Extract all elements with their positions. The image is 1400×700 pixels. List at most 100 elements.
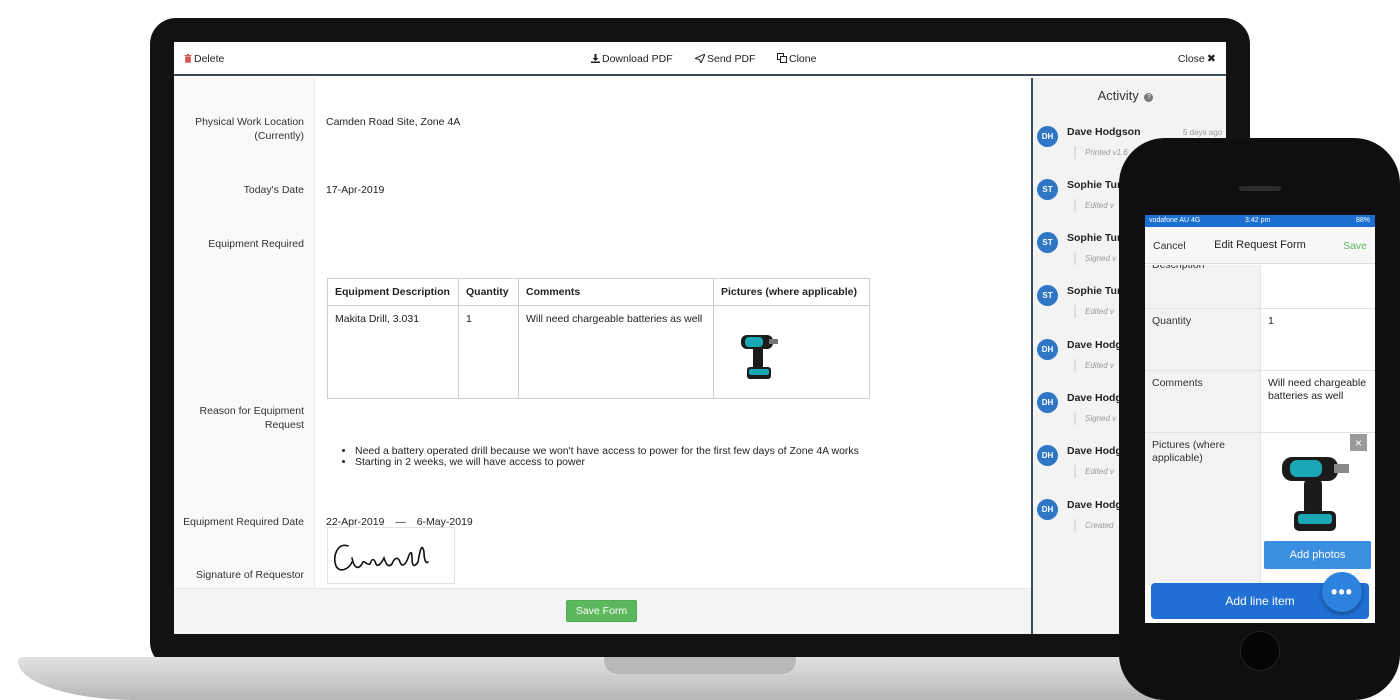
stage: Delete Download PDF Send PDF Clone Close… bbox=[0, 0, 1400, 700]
phone-speaker bbox=[1239, 186, 1281, 191]
phone-row-label: Description bbox=[1145, 265, 1260, 308]
activity-action: Signed v bbox=[1074, 412, 1116, 425]
date-value: 17-Apr-2019 bbox=[326, 184, 385, 196]
phone-row-label: Quantity bbox=[1145, 309, 1260, 370]
activity-user: Dave Hodg bbox=[1067, 445, 1122, 457]
activity-user: Dave Hodg bbox=[1067, 499, 1122, 511]
delete-button[interactable]: Delete bbox=[184, 53, 224, 65]
list-item: Starting in 2 weeks, we will have access… bbox=[355, 457, 859, 468]
table-header: Pictures (where applicable) bbox=[713, 277, 870, 307]
avatar: DH bbox=[1037, 339, 1058, 360]
toolbar: Delete Download PDF Send PDF Clone Close… bbox=[174, 42, 1226, 76]
equipment-table: Equipment Description Quantity Comments … bbox=[327, 277, 870, 399]
remove-photo-icon[interactable]: × bbox=[1350, 434, 1367, 451]
activity-user: Sophie Tur bbox=[1067, 285, 1122, 297]
form-body: Physical Work Location (Currently) Camde… bbox=[174, 78, 1031, 588]
activity-user: Dave Hodgson bbox=[1067, 126, 1141, 138]
signature-image bbox=[333, 544, 429, 571]
table-cell-picture bbox=[713, 305, 870, 399]
avatar: ST bbox=[1037, 232, 1058, 253]
delete-label: Delete bbox=[194, 53, 225, 65]
phone-row-description: Description bbox=[1145, 265, 1375, 309]
table-row: Makita Drill, 3.031 1 Will need chargeab… bbox=[327, 305, 870, 399]
date-label: Today's Date bbox=[243, 184, 304, 196]
phone-row-value[interactable] bbox=[1260, 265, 1375, 308]
avatar: DH bbox=[1037, 392, 1058, 413]
phone-row-comments: Comments Will need chargeable batteries … bbox=[1145, 371, 1375, 433]
phone-save-button[interactable]: Save bbox=[1343, 240, 1367, 252]
table-header: Quantity bbox=[458, 277, 519, 307]
trash-icon bbox=[184, 53, 192, 65]
close-label: Close bbox=[1177, 53, 1205, 65]
status-time: 3:42 pm bbox=[1245, 217, 1271, 224]
download-icon bbox=[591, 53, 600, 65]
signature-label: Signature of Requestor bbox=[196, 569, 304, 581]
activity-action: Edited v bbox=[1074, 199, 1114, 212]
required-date-label: Equipment Required Date bbox=[183, 516, 304, 528]
table-header-row: Equipment Description Quantity Comments … bbox=[327, 277, 870, 307]
close-button[interactable]: Close ✖ bbox=[1178, 53, 1216, 65]
table-cell-comments: Will need chargeable batteries as well bbox=[518, 305, 714, 399]
clone-icon bbox=[777, 53, 787, 65]
send-pdf-button[interactable]: Send PDF bbox=[693, 52, 756, 65]
reason-list: Need a battery operated drill because we… bbox=[327, 446, 859, 468]
reason-label: Reason for Equipment Request bbox=[199, 405, 304, 431]
phone-nav-bar: Edit Request Form Cancel Save bbox=[1145, 227, 1375, 264]
avatar: ST bbox=[1037, 285, 1058, 306]
status-bar: vodafone AU 4G 3:42 pm 88% bbox=[1145, 215, 1375, 227]
activity-user: Sophie Tur bbox=[1067, 232, 1122, 244]
save-form-button[interactable]: Save Form bbox=[566, 600, 637, 622]
phone-cancel-button[interactable]: Cancel bbox=[1153, 240, 1186, 252]
phone-row-label: Comments bbox=[1145, 371, 1260, 432]
table-cell-description: Makita Drill, 3.031 bbox=[327, 305, 459, 399]
activity-user: Dave Hodg bbox=[1067, 339, 1122, 351]
phone-row-value[interactable]: Will need chargeable batteries as well bbox=[1260, 371, 1375, 432]
activity-title-text: Activity bbox=[1097, 88, 1139, 103]
avatar: DH bbox=[1037, 445, 1058, 466]
laptop-screen: Delete Download PDF Send PDF Clone Close… bbox=[174, 42, 1226, 634]
activity-action: Signed v bbox=[1074, 252, 1116, 265]
activity-action: Printed v1.6 bbox=[1074, 146, 1128, 159]
laptop-notch bbox=[604, 657, 796, 674]
send-pdf-label: Send PDF bbox=[707, 53, 756, 65]
phone: vodafone AU 4G 3:42 pm 88% Edit Request … bbox=[1119, 138, 1400, 700]
activity-action: Created bbox=[1074, 519, 1113, 532]
phone-row-label: Pictures (where applicable) bbox=[1145, 433, 1260, 585]
more-icon[interactable]: ••• bbox=[1322, 572, 1362, 612]
drill-image bbox=[1282, 457, 1349, 531]
equipment-label: Equipment Required bbox=[208, 238, 304, 250]
table-header: Comments bbox=[518, 277, 714, 307]
close-icon: ✖ bbox=[1206, 52, 1216, 65]
activity-user: Dave Hodg bbox=[1067, 392, 1122, 404]
phone-row-value[interactable]: 1 bbox=[1260, 309, 1375, 370]
table-cell-quantity: 1 bbox=[458, 305, 519, 399]
phone-form: Description Quantity 1 Comments Will nee… bbox=[1145, 265, 1375, 585]
home-button[interactable] bbox=[1240, 631, 1280, 671]
avatar: DH bbox=[1037, 499, 1058, 520]
download-pdf-label: Download PDF bbox=[602, 53, 673, 65]
activity-action: Edited v bbox=[1074, 359, 1114, 372]
drill-image bbox=[741, 335, 778, 380]
activity-time: 5 days ago bbox=[1183, 128, 1223, 137]
activity-user: Sophie Tur bbox=[1067, 179, 1122, 191]
avatar: DH bbox=[1037, 126, 1058, 147]
carrier-text: vodafone AU 4G bbox=[1149, 217, 1201, 224]
phone-row-pictures: Pictures (where applicable) × Add photos bbox=[1145, 433, 1375, 585]
send-icon bbox=[693, 52, 706, 65]
phone-row-quantity: Quantity 1 bbox=[1145, 309, 1375, 371]
phone-screen: vodafone AU 4G 3:42 pm 88% Edit Request … bbox=[1145, 215, 1375, 623]
clone-button[interactable]: Clone bbox=[777, 53, 816, 65]
label-column bbox=[174, 78, 315, 588]
location-value: Camden Road Site, Zone 4A bbox=[326, 116, 461, 128]
avatar: ST bbox=[1037, 179, 1058, 200]
signature-box[interactable] bbox=[327, 527, 455, 584]
add-photos-button[interactable]: Add photos bbox=[1264, 541, 1371, 569]
battery-text: 88% bbox=[1355, 217, 1370, 224]
activity-title: Activity ? bbox=[1033, 88, 1218, 103]
form-footer: Save Form bbox=[174, 588, 1031, 634]
help-icon[interactable]: ? bbox=[1144, 93, 1154, 102]
download-pdf-button[interactable]: Download PDF bbox=[591, 53, 673, 65]
activity-action: Edited v bbox=[1074, 465, 1114, 478]
location-label: Physical Work Location (Currently) bbox=[195, 116, 304, 142]
clone-label: Clone bbox=[789, 53, 817, 65]
